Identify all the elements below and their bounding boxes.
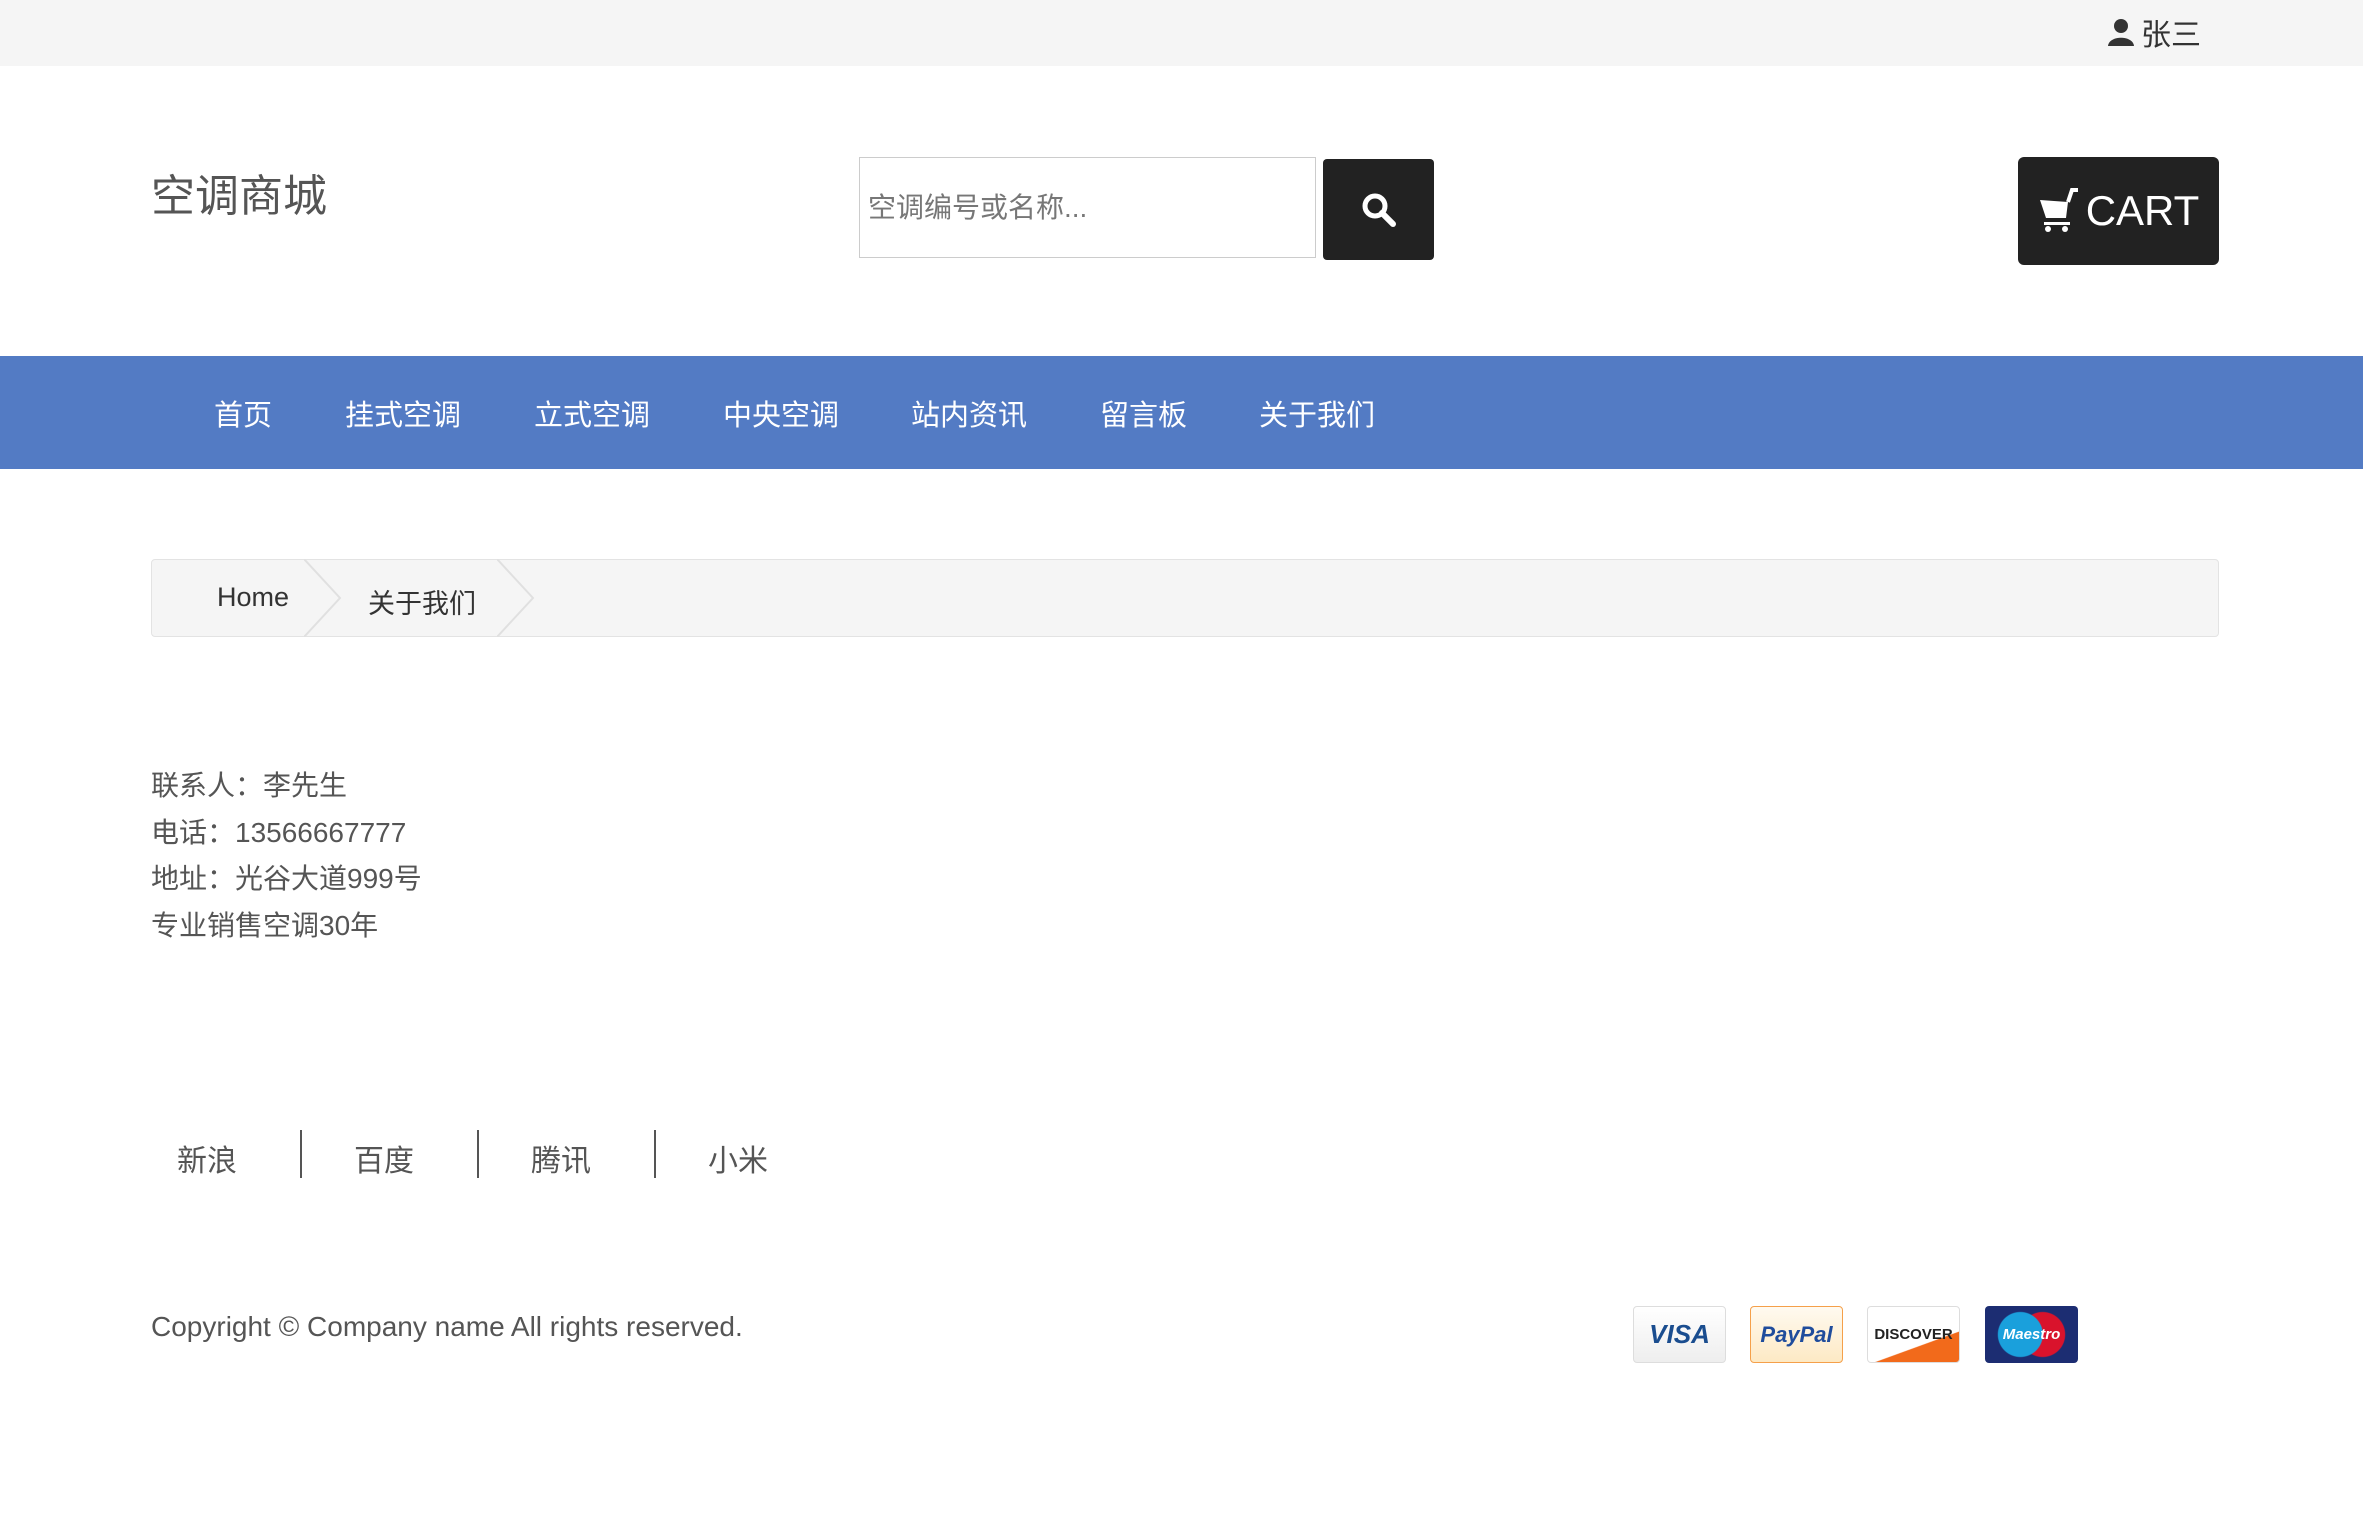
cart-button[interactable]: CART: [2018, 157, 2219, 265]
nav-guestbook[interactable]: 留言板: [1100, 392, 1187, 434]
nav-about[interactable]: 关于我们: [1259, 392, 1375, 434]
breadcrumb-home[interactable]: Home: [217, 582, 289, 613]
breadcrumb-separator: [497, 559, 537, 637]
footer-link-tencent[interactable]: 腾讯: [531, 1136, 591, 1180]
user-icon: [2107, 18, 2135, 46]
main-nav: 首页 挂式空调 立式空调 中央空调 站内资讯 留言板 关于我们: [0, 356, 2363, 469]
search-button[interactable]: [1323, 159, 1434, 260]
breadcrumb-separator: [304, 559, 344, 637]
nav-central-ac[interactable]: 中央空调: [723, 392, 839, 434]
about-info: 联系人：李先生 电话：13566667777 地址：光谷大道999号 专业销售空…: [151, 763, 422, 949]
copyright: Copyright © Company name All rights rese…: [151, 1311, 743, 1343]
user-menu[interactable]: 张三: [2107, 10, 2201, 54]
maestro-icon: Maestro: [1985, 1306, 2078, 1363]
visa-icon: VISA: [1633, 1306, 1726, 1363]
description: 专业销售空调30年: [151, 903, 422, 950]
site-logo[interactable]: 空调商城: [151, 160, 327, 224]
search-input[interactable]: [859, 157, 1316, 258]
divider: [654, 1130, 656, 1178]
paypal-icon: PayPal: [1750, 1306, 1843, 1363]
footer-link-xiaomi[interactable]: 小米: [708, 1136, 768, 1180]
nav-home[interactable]: 首页: [214, 392, 272, 434]
breadcrumb: Home 关于我们: [151, 559, 2219, 637]
footer-link-sina[interactable]: 新浪: [177, 1136, 237, 1180]
divider: [300, 1130, 302, 1178]
search-icon: [1361, 192, 1397, 228]
nav-floor-ac[interactable]: 立式空调: [534, 392, 650, 434]
cart-icon: [2038, 188, 2084, 234]
address: 地址：光谷大道999号: [151, 856, 422, 903]
cart-label: CART: [2086, 187, 2200, 235]
user-name: 张三: [2141, 10, 2201, 54]
footer-links: 新浪 百度 腾讯 小米: [0, 1130, 900, 1180]
top-bar: 张三: [0, 0, 2363, 66]
breadcrumb-current: 关于我们: [368, 582, 476, 621]
phone: 电话：13566667777: [151, 810, 422, 857]
discover-icon: DISCOVER: [1867, 1306, 1960, 1363]
divider: [477, 1130, 479, 1178]
nav-wall-ac[interactable]: 挂式空调: [345, 392, 461, 434]
footer-link-baidu[interactable]: 百度: [354, 1136, 414, 1180]
contact-person: 联系人：李先生: [151, 763, 422, 810]
nav-news[interactable]: 站内资讯: [911, 392, 1027, 434]
